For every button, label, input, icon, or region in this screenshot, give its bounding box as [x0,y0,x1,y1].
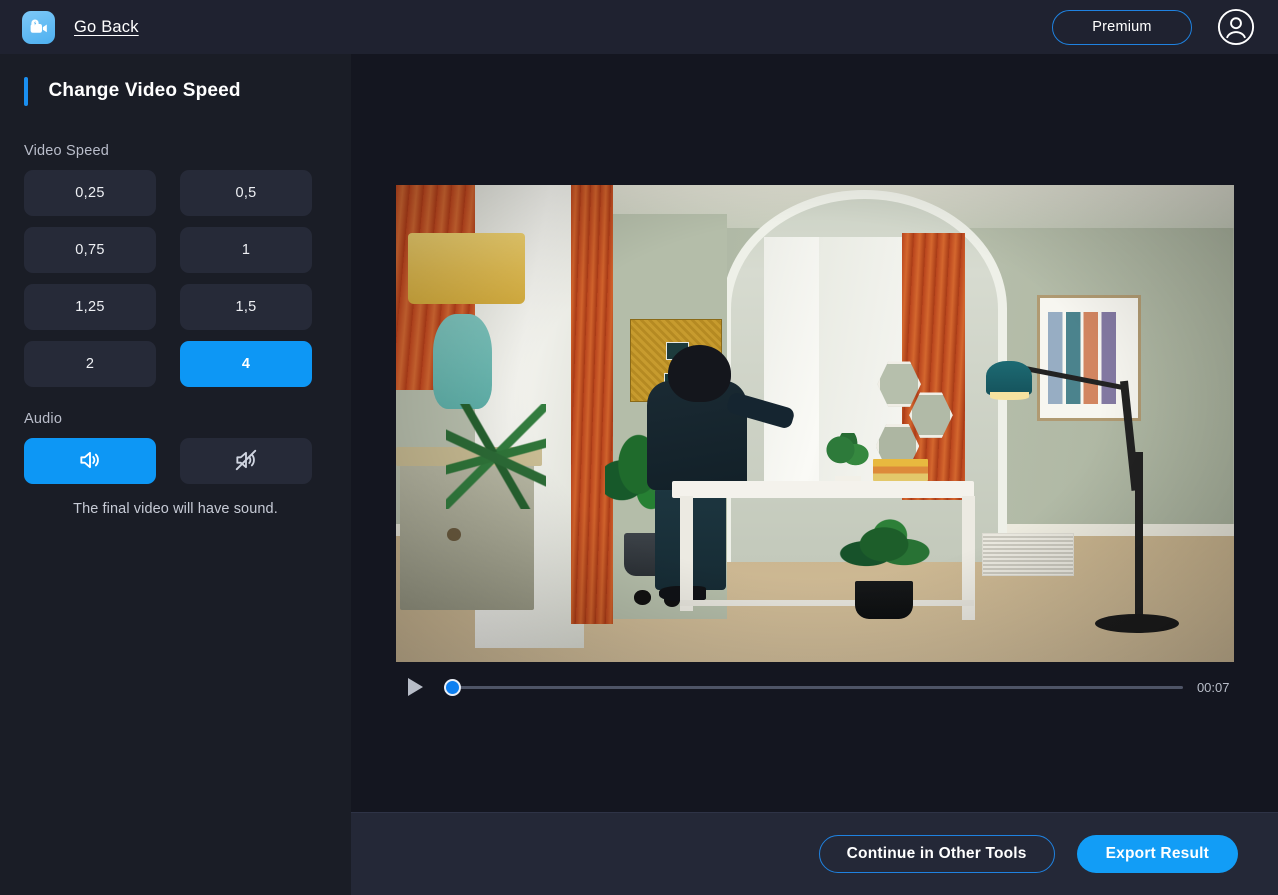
audio-sound-on-button[interactable] [24,438,156,484]
video-speed-section-label: Video Speed [24,143,109,159]
preview-area: 00:07 [351,54,1278,812]
speed-option-1[interactable]: 1 [180,227,312,273]
video-time-label: 00:07 [1196,679,1230,695]
audio-note-text: The final video will have sound. [73,501,278,517]
video-progress-slider[interactable] [443,677,1183,697]
preview-main: 00:07 Continue in Other Tools Export Res… [351,54,1278,895]
video-camera-logo-icon[interactable] [22,10,55,44]
video-scene-image [395,185,1234,662]
top-header-bar: Go Back Premium [0,0,1278,54]
speed-option-1-25[interactable]: 1,25 [24,284,156,330]
go-back-link[interactable]: Go Back [74,18,139,37]
action-footer-bar: Continue in Other Tools Export Result [351,812,1278,895]
speed-option-0-25[interactable]: 0,25 [24,170,156,216]
tool-options-sidebar: Change Video Speed Video Speed 0,25 0,5 … [0,54,351,895]
body-region: Change Video Speed Video Speed 0,25 0,5 … [0,54,1278,895]
audio-section-label: Audio [24,411,63,427]
progress-track [443,685,1183,689]
speaker-on-icon [77,447,103,476]
speed-option-0-5[interactable]: 0,5 [180,170,312,216]
play-icon[interactable] [402,674,428,700]
speed-option-2[interactable]: 2 [24,341,156,387]
speed-option-1-5[interactable]: 1,5 [180,284,312,330]
panel-title-row: Change Video Speed [24,54,327,122]
premium-button[interactable]: Premium [1052,9,1192,45]
page-title: Change Video Speed [48,80,241,101]
export-result-button[interactable]: Export Result [1076,835,1238,873]
progress-thumb[interactable] [443,678,461,696]
header-actions: Premium [1052,7,1256,47]
audio-mute-button[interactable] [180,438,312,484]
video-speed-options: 0,25 0,5 0,75 1 1,25 1,5 2 4 [24,170,327,387]
audio-options [24,438,327,484]
video-player-controls: 00:07 [396,667,1234,707]
user-avatar-icon[interactable] [1216,7,1256,47]
continue-in-other-tools-button[interactable]: Continue in Other Tools [818,835,1055,873]
speaker-muted-icon [233,447,259,476]
app-root: Go Back Premium Change Video Speed Video… [0,0,1278,895]
speed-option-4[interactable]: 4 [180,341,312,387]
title-accent-bar [24,76,28,106]
speed-option-0-75[interactable]: 0,75 [24,227,156,273]
video-preview[interactable] [395,185,1234,662]
